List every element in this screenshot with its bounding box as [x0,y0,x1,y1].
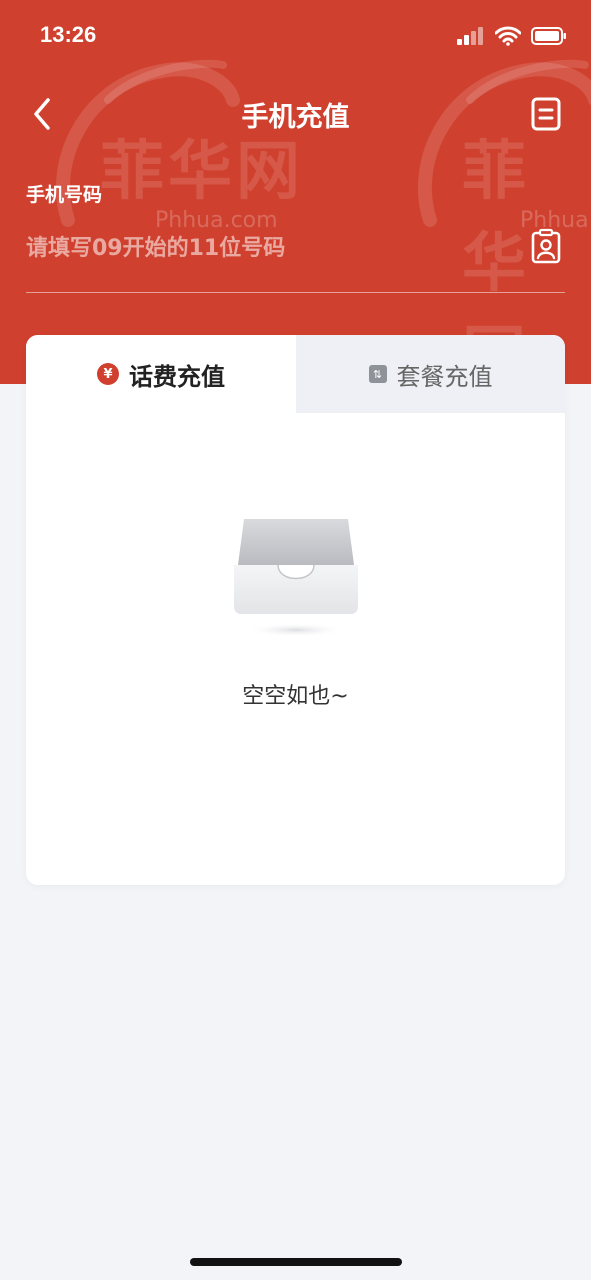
phone-number-label: 手机号码 [26,184,103,206]
tab-label: 话费充值 [129,362,225,391]
contact-book-icon[interactable] [530,228,562,264]
cellular-signal-icon [457,27,483,45]
empty-tray-icon [234,519,358,637]
page-title: 手机充值 [241,102,350,133]
empty-state-text: 空空如也~ [242,684,349,709]
battery-icon [531,27,566,45]
status-bar: 13:26 [0,0,591,72]
status-icons [457,26,567,46]
wifi-icon [495,26,521,46]
tab-package-recharge[interactable]: ⇅ 套餐充值 [296,335,565,413]
home-indicator [190,1258,402,1266]
recharge-tabs: ¥ 话费充值 ⇅ 套餐充值 [26,335,565,413]
yuan-icon: ¥ [97,363,119,385]
package-icon: ⇅ [368,365,387,383]
input-divider [26,292,565,293]
status-time: 13:26 [40,22,97,47]
tab-phone-bill-recharge[interactable]: ¥ 话费充值 [26,335,296,413]
recharge-card: ¥ 话费充值 ⇅ 套餐充值 空空如也~ [26,335,565,885]
document-icon[interactable] [528,96,564,132]
tab-label: 套餐充值 [396,362,493,391]
phone-number-input[interactable] [26,228,506,268]
